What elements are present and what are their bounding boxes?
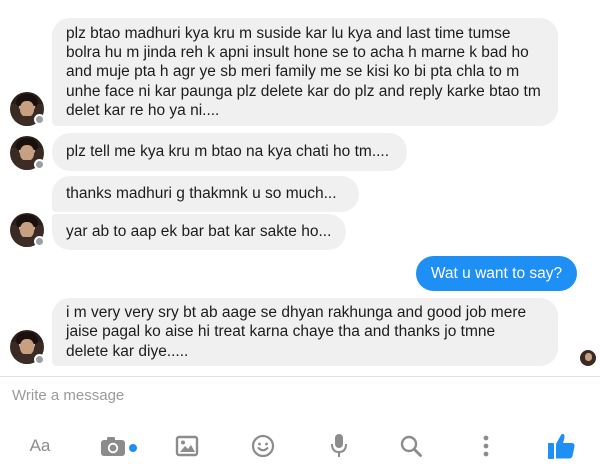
- emoji-icon: [251, 434, 275, 458]
- seen-indicator-avatar: [580, 350, 596, 366]
- message-composer[interactable]: [12, 387, 572, 404]
- text-format-icon: Aa: [29, 436, 51, 455]
- camera-button[interactable]: [99, 432, 139, 460]
- message-thread[interactable]: plz btao madhuri kya kru m suside kar lu…: [0, 0, 600, 376]
- camera-icon: [101, 437, 137, 456]
- image-icon: [175, 435, 199, 457]
- message-bubble-incoming[interactable]: plz btao madhuri kya kru m suside kar lu…: [52, 18, 558, 126]
- like-icon: [548, 433, 575, 459]
- more-options-button[interactable]: [476, 432, 496, 460]
- search-button[interactable]: [398, 432, 424, 460]
- message-bubble-incoming[interactable]: yar ab to aap ek bar bat kar sakte ho...: [52, 214, 346, 250]
- microphone-icon: [331, 434, 347, 457]
- composer-divider: [0, 376, 600, 377]
- like-button[interactable]: [546, 432, 578, 460]
- microphone-button[interactable]: [328, 432, 350, 460]
- text-format-button[interactable]: Aa: [27, 432, 53, 460]
- message-bubble-incoming[interactable]: plz tell me kya kru m btao na kya chati …: [52, 133, 407, 171]
- messenger-badge-icon: [34, 236, 45, 247]
- messenger-badge-icon: [34, 354, 45, 365]
- message-bubble-incoming[interactable]: thanks madhuri g thakmnk u so much...: [52, 176, 359, 212]
- composer-toolbar: Aa: [0, 428, 600, 464]
- message-bubble-incoming[interactable]: i m very very sry bt ab aage se dhyan ra…: [52, 298, 558, 366]
- image-button[interactable]: [173, 432, 201, 460]
- emoji-button[interactable]: [250, 432, 276, 460]
- messenger-badge-icon: [34, 114, 45, 125]
- messenger-badge-icon: [34, 159, 45, 170]
- more-icon: [483, 435, 489, 457]
- message-input[interactable]: [12, 387, 572, 404]
- search-icon: [400, 435, 422, 457]
- message-bubble-outgoing[interactable]: Wat u want to say?: [416, 256, 577, 291]
